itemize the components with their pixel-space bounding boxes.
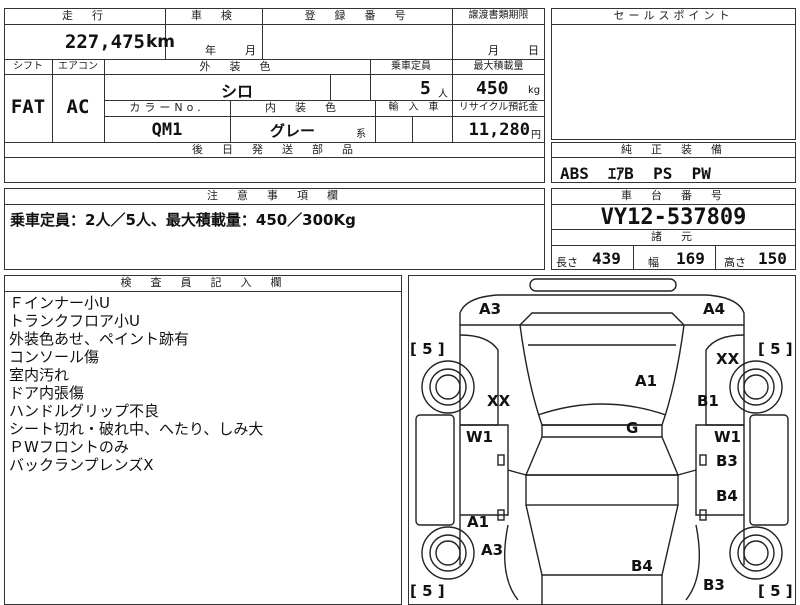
notes-label: 注 意 事 項 欄 [207, 189, 342, 202]
mark-tire-rear-right: [ 5 ] [758, 582, 793, 600]
width-label: 幅 [648, 256, 659, 269]
mark-left-rear-door: A1 [467, 513, 490, 531]
mark-right-front-door-b3: B3 [716, 452, 738, 470]
shift-label: シフト [13, 61, 43, 72]
mileage-value: 227,475 [64, 31, 145, 53]
specs-label: 諸 元 [651, 230, 696, 243]
inspector-note: ＰWフロントのみ [9, 438, 129, 456]
capacity-unit: 人 [438, 89, 448, 100]
length-label: 長さ [556, 256, 578, 269]
mark-front-left-corner: A3 [479, 300, 502, 318]
mark-windshield: G [626, 419, 639, 437]
mark-right-fender-b1: B1 [697, 392, 719, 410]
inspector-note: バックランプレンズX [9, 456, 154, 474]
recycle-value: 11,280 [468, 120, 530, 140]
capacity-value: 5 [420, 78, 431, 99]
exterior-color-value: シロ [220, 82, 253, 101]
mark-tire-rear-left: [ 5 ] [410, 582, 445, 600]
height-value: 150 [758, 249, 787, 268]
shift-value: FAT [10, 96, 46, 118]
inspection-year-unit: 年 [205, 44, 216, 57]
interior-color-value: グレー [270, 122, 316, 140]
max-load-unit: kg [528, 85, 541, 96]
color-no-label: カラーNo. [129, 101, 205, 114]
later-parts-label: 後 日 発 送 部 品 [192, 143, 357, 156]
inspector-note: 室内汚れ [9, 366, 70, 384]
color-no-value: QM1 [151, 120, 183, 140]
inspection-label: 車 検 [191, 9, 236, 22]
mark-left-front-door: W1 [466, 428, 493, 446]
max-load-label: 最大積載量 [473, 61, 524, 72]
mark-hood: A1 [635, 372, 658, 390]
inspector-note: ドア内張傷 [9, 384, 85, 402]
inspector-label: 検 査 員 記 入 欄 [120, 276, 286, 289]
inspector-note: ハンドルグリップ不良 [9, 402, 160, 420]
mark-tire-front-left: [ 5 ] [410, 340, 445, 358]
interior-color-label: 内 装 色 [265, 101, 340, 114]
mark-right-rear-door: B4 [716, 487, 738, 505]
aircon-label: エアコン [58, 61, 98, 72]
inspector-note: コンソール傷 [9, 348, 100, 366]
mark-right-front-door: W1 [714, 428, 741, 446]
registration-label: 登 録 番 号 [304, 9, 410, 22]
chassis-value: VY12-537809 [600, 205, 747, 230]
aircon-value: AC [66, 96, 90, 118]
chassis-label: 車 台 番 号 [621, 189, 726, 202]
interior-color-suffix: 系 [356, 129, 366, 140]
width-value: 169 [676, 249, 705, 268]
inspector-note: シート切れ・破れ中、へたり、しみ大 [9, 420, 264, 438]
length-value: 439 [592, 249, 621, 268]
inspection-month-unit: 月 [245, 44, 256, 57]
recycle-label: リサイクル預託金 [458, 102, 539, 113]
capacity-label: 乗車定員 [391, 61, 431, 72]
mark-front-right-corner: A4 [703, 300, 726, 318]
mark-left-rear-quarter: A3 [481, 541, 504, 559]
import-label: 輸 入 車 [388, 102, 439, 113]
max-load-value: 450 [476, 78, 509, 99]
mark-tire-front-right: [ 5 ] [758, 340, 793, 358]
sales-point-label: セールスポイント [613, 9, 734, 22]
standard-equipment-label: 純 正 装 備 [621, 143, 726, 156]
mileage-unit: km [146, 32, 176, 52]
recycle-unit: 円 [531, 130, 541, 141]
sales-point-box [551, 8, 796, 140]
mileage-label: 走 行 [62, 9, 107, 22]
inspector-note: 外装色あせ、ペイント跡有 [9, 330, 190, 348]
transfer-day-unit: 日 [528, 44, 539, 57]
inspector-note: Ｆインナー小U [9, 294, 110, 312]
mark-front-right-fender: XX [716, 350, 740, 368]
inspector-notes-list: Ｆインナー小U トランクフロア小U 外装色あせ、ペイント跡有 コンソール傷 室内… [9, 294, 399, 474]
height-label: 高さ [724, 256, 746, 269]
transfer-month-unit: 月 [488, 44, 499, 57]
notes-value: 乗車定員：2人／5人、最大積載量：450／300Kg [10, 211, 356, 229]
mark-right-rear-quarter: B3 [703, 576, 725, 594]
mark-front-left-fender: XX [487, 392, 511, 410]
standard-equipment-value: ABS ｴｱB PS PW [560, 164, 711, 183]
inspector-note: トランクフロア小U [9, 312, 140, 330]
transfer-deadline-label: 譲渡書類期限 [468, 10, 529, 21]
mark-rear: B4 [631, 557, 653, 575]
